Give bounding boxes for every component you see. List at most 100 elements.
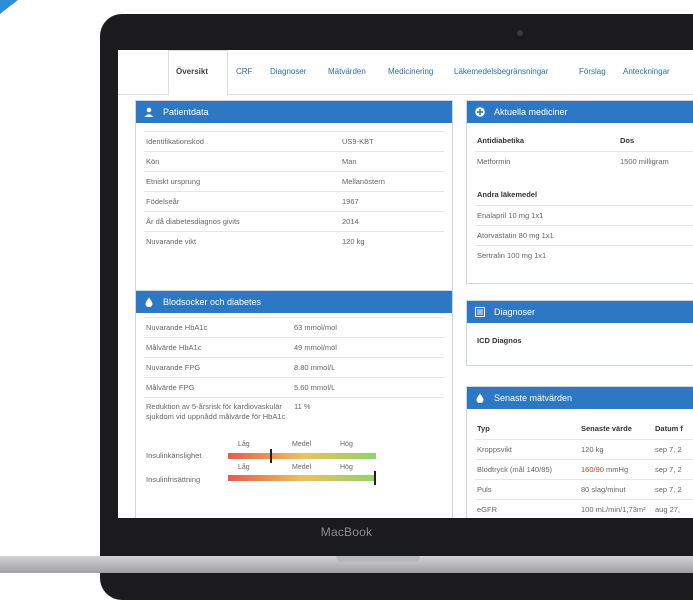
- other-meds-header: Andra läkemedel: [475, 185, 693, 205]
- secretion-label: Insulinfrisättning: [146, 475, 201, 484]
- patient-row-value: 120 kg: [342, 237, 365, 246]
- col-datum: Datum f: [655, 424, 683, 433]
- patient-row-key: Etniskt ursprung: [146, 177, 201, 186]
- laptop-notch: [336, 556, 420, 562]
- patient-row-value: Mellanöstern: [342, 177, 385, 186]
- col-typ: Typ: [477, 424, 490, 433]
- glucose-row-key: Nuvarande FPG: [146, 363, 201, 372]
- glucose-panel-header: Blodsocker och diabetes: [136, 291, 452, 313]
- glucose-row-key: Målvärde HbA1c: [146, 343, 202, 352]
- tab-bar: Översikt CRF Diagnoser Mätvärden Medicin…: [118, 50, 693, 96]
- drop-icon: [476, 393, 484, 403]
- device-brand: MacBook: [320, 525, 373, 539]
- scale-mid-label-2: Medel: [292, 464, 312, 471]
- tab-medicinering[interactable]: Medicinering: [388, 67, 433, 76]
- camera-icon: [517, 30, 523, 36]
- glucose-row-value: 49 mmol/mol: [294, 343, 337, 352]
- patient-panel: Patientdata Identifikationskod US9-KBT Kö…: [135, 100, 453, 322]
- glucose-row: Målvärde HbA1c 49 mmol/mol: [144, 337, 444, 358]
- tab-oversikt[interactable]: Översikt: [176, 67, 208, 76]
- insulin-scales: Låg Medel Hög Insulinkänslighet Låg Mede…: [144, 441, 444, 493]
- secretion-bar: [228, 475, 376, 481]
- glucose-row: Nuvarande HbA1c 63 mmol/mol: [144, 317, 444, 338]
- latest-typ: Puls: [477, 485, 492, 494]
- latest-typ: Kroppsvikt: [477, 445, 513, 454]
- patient-row-key: Födelseår: [146, 197, 180, 206]
- glucose-row-value: 63 mmol/mol: [294, 323, 337, 332]
- glucose-row: Målvärde FPG 5.60 mmol/L: [144, 377, 444, 398]
- scale-high-label: Hög: [340, 441, 353, 448]
- other-meds-heading: Andra läkemedel: [477, 190, 538, 199]
- drop-icon: [145, 297, 153, 307]
- patient-panel-header: Patientdata: [136, 101, 452, 123]
- sensitivity-marker: [269, 449, 272, 463]
- latest-date: sep 7, 2: [655, 485, 682, 494]
- other-med-row: Atorvastatin 80 mg 1x1: [475, 225, 693, 246]
- glucose-row-key: Målvärde FPG: [146, 383, 195, 392]
- corner-accent: [0, 0, 18, 14]
- glucose-panel-title: Blodsocker och diabetes: [163, 297, 262, 307]
- bp-value-red: 160/90: [581, 465, 604, 474]
- diagnoses-panel-title: Diagnoser: [494, 307, 536, 317]
- dose-heading: Dos: [620, 136, 635, 145]
- latest-row: Kroppsvikt 120 kg sep 7, 2: [475, 439, 693, 460]
- bp-unit: mmHg: [603, 465, 629, 474]
- latest-row: Puls 80 slag/minut sep 7, 2: [475, 479, 693, 500]
- sensitivity-label: Insulinkänslighet: [146, 451, 202, 460]
- latest-header-row: Typ Senaste värde Datum f: [475, 419, 693, 439]
- list-icon: [475, 307, 485, 317]
- other-med: Sertralin 100 mg 1x1: [477, 251, 547, 260]
- diagnoses-panel: Diagnoser ICD Diagnos: [466, 300, 693, 366]
- user-icon: [144, 107, 154, 117]
- scale-low-label: Låg: [238, 441, 250, 448]
- other-med-row: Sertralin 100 mg 1x1: [475, 245, 693, 266]
- meds-panel-title: Aktuella mediciner: [494, 107, 568, 117]
- glucose-row-value: 5.60 mmol/L: [294, 383, 336, 392]
- tab-crf[interactable]: CRF: [236, 67, 252, 76]
- meds-panel: Aktuella mediciner Antidiabetika Dos Metf…: [466, 100, 693, 284]
- patient-row-key: År då diabetesdiagnos givits: [146, 217, 240, 226]
- patient-row: Etniskt ursprung Mellanöstern: [144, 171, 444, 192]
- glucose-row-value: 11 %: [294, 402, 311, 411]
- latest-row: eGFR 100 mL/min/1,73m² aug 27,: [475, 499, 693, 518]
- patient-row-key: Kön: [146, 157, 160, 166]
- latest-row: Blodtryck (mål 140/85) 160/90 mmHg sep 7…: [475, 459, 693, 480]
- icd-heading: ICD Diagnos: [477, 336, 522, 345]
- tab-lakemedelsbegransningar[interactable]: Läkemedelsbegränsningar: [454, 67, 548, 76]
- glucose-row-key: Nuvarande HbA1c: [146, 323, 208, 332]
- plus-circle-icon: [475, 107, 485, 117]
- latest-date: sep 7, 2: [655, 445, 682, 454]
- other-med: Enalapril 10 mg 1x1: [477, 211, 544, 220]
- latest-typ: Blodtryck (mål 140/85): [477, 465, 553, 474]
- tab-matvarden[interactable]: Mätvärden: [328, 67, 366, 76]
- latest-val: 80 slag/minut: [581, 485, 626, 494]
- patient-row: Identifikationskod US9-KBT: [144, 131, 444, 152]
- med-name: Metformin: [477, 157, 511, 166]
- patient-row-key: Identifikationskod: [146, 137, 204, 146]
- tab-anteckningar[interactable]: Anteckningar: [623, 67, 670, 76]
- latest-date: aug 27,: [655, 505, 681, 514]
- sensitivity-bar: [228, 453, 376, 459]
- latest-panel-title: Senaste mätvärden: [494, 393, 573, 403]
- latest-date: sep 7, 2: [655, 465, 682, 474]
- latest-val: 160/90 mmHg: [581, 460, 628, 480]
- glucose-row-key: Reduktion av 5-årsrisk för kardiovaskulä…: [146, 402, 286, 421]
- patient-row: År då diabetesdiagnos givits 2014: [144, 211, 444, 232]
- col-senaste: Senaste värde: [581, 424, 632, 433]
- patient-panel-title: Patientdata: [163, 107, 209, 117]
- meds-panel-header: Aktuella mediciner: [467, 101, 693, 123]
- tab-forslag[interactable]: Förslag: [579, 67, 606, 76]
- diagnoses-panel-header: Diagnoser: [467, 301, 693, 323]
- scale-mid-label: Medel: [292, 441, 312, 448]
- patient-row: Kön Man: [144, 151, 444, 172]
- other-med-row: Enalapril 10 mg 1x1: [475, 205, 693, 226]
- meds-header-row: Antidiabetika Dos: [475, 131, 693, 151]
- patient-row-value: Man: [342, 157, 357, 166]
- glucose-row: Reduktion av 5-årsrisk för kardiovaskulä…: [144, 397, 444, 438]
- antidiabetika-heading: Antidiabetika: [477, 136, 525, 145]
- tab-diagnoser[interactable]: Diagnoser: [270, 67, 306, 76]
- glucose-panel: Blodsocker och diabetes Nuvarande HbA1c 6…: [135, 290, 453, 518]
- secretion-marker: [374, 471, 376, 485]
- latest-val: 100 mL/min/1,73m²: [581, 505, 646, 514]
- latest-values-panel: Senaste mätvärden Typ Senaste värde Datu…: [466, 386, 693, 518]
